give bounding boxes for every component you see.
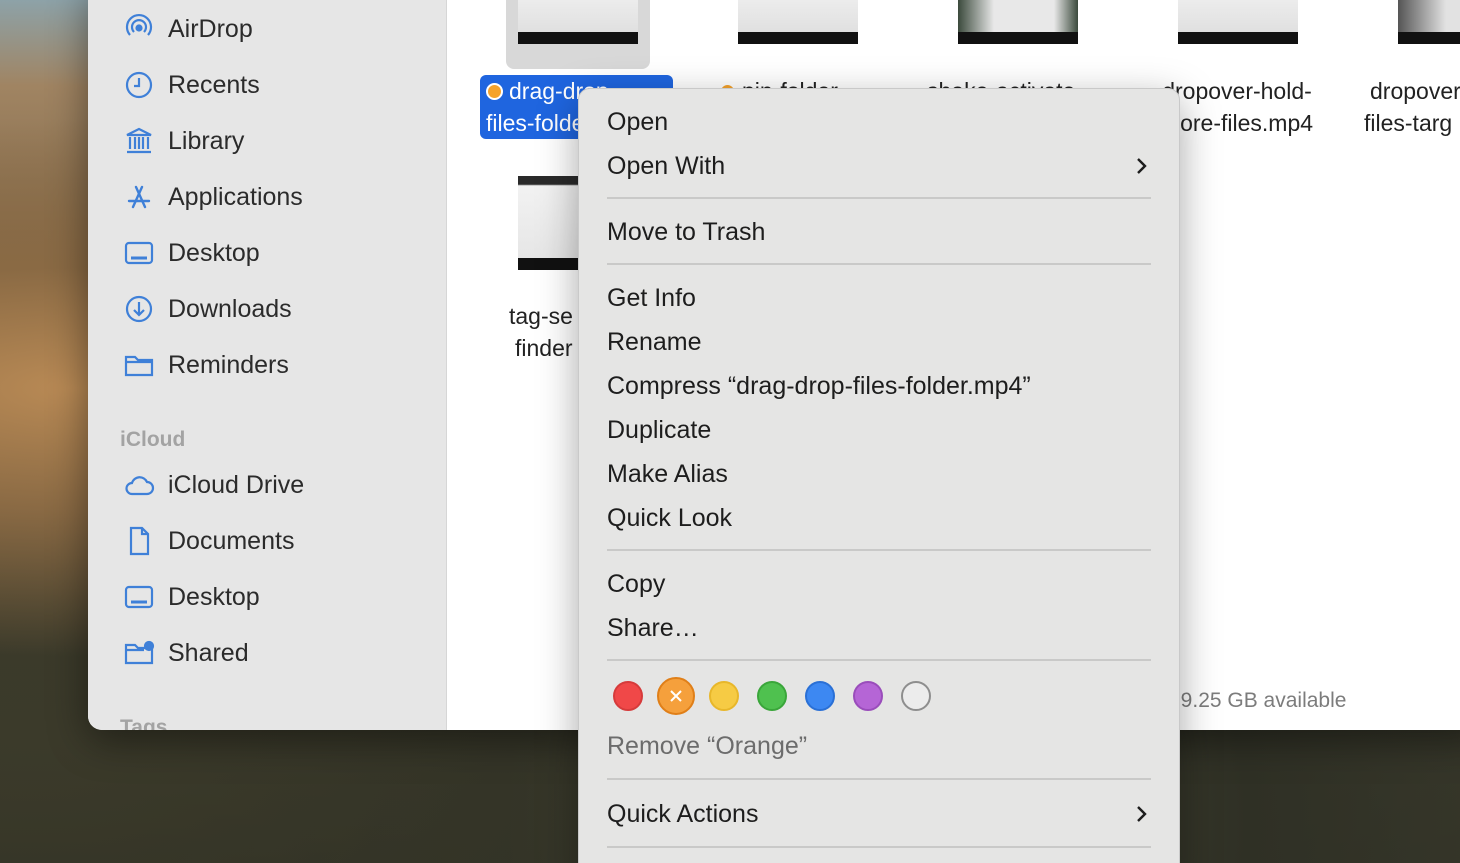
menu-separator bbox=[607, 846, 1151, 848]
menu-separator bbox=[607, 197, 1151, 199]
menu-item-get-info[interactable]: Get Info bbox=[607, 278, 1151, 318]
file-label-tag-se[interactable]: tag-se finder bbox=[509, 300, 573, 364]
cloud-icon bbox=[122, 468, 156, 502]
sidebar-heading-icloud: iCloud bbox=[120, 428, 186, 451]
file-label-dropover-target[interactable]: dropover- files-targ bbox=[1364, 75, 1460, 139]
sidebar-item-library[interactable]: Library bbox=[122, 123, 244, 159]
menu-separator bbox=[607, 549, 1151, 551]
context-menu: Open Open With Move to Trash Get Info Re… bbox=[578, 88, 1180, 863]
sidebar: AirDrop Recents Library Applications Des… bbox=[88, 0, 447, 730]
download-icon bbox=[122, 292, 156, 326]
tag-blue[interactable] bbox=[805, 681, 835, 711]
sidebar-item-label: Reminders bbox=[168, 350, 289, 379]
sidebar-item-applications[interactable]: Applications bbox=[122, 179, 303, 215]
tag-red[interactable] bbox=[613, 681, 643, 711]
document-icon bbox=[122, 524, 156, 558]
sidebar-item-documents[interactable]: Documents bbox=[122, 523, 294, 559]
library-icon bbox=[122, 124, 156, 158]
sidebar-item-label: Desktop bbox=[168, 582, 260, 611]
available-space: 59.25 GB available bbox=[1169, 689, 1347, 712]
menu-separator bbox=[607, 263, 1151, 265]
tag-gray[interactable] bbox=[901, 681, 931, 711]
desktop-icon bbox=[122, 580, 156, 614]
file-thumbnail-drag-drop[interactable] bbox=[518, 0, 638, 44]
chevron-right-icon bbox=[1137, 158, 1147, 174]
tag-purple[interactable] bbox=[853, 681, 883, 711]
menu-item-quick-actions[interactable]: Quick Actions bbox=[607, 794, 1151, 834]
sidebar-item-label: Library bbox=[168, 126, 245, 155]
close-icon bbox=[670, 690, 682, 702]
sidebar-item-label: Shared bbox=[168, 638, 249, 667]
sidebar-item-label: iCloud Drive bbox=[168, 470, 305, 499]
tag-green[interactable] bbox=[757, 681, 787, 711]
menu-item-open[interactable]: Open bbox=[607, 102, 1151, 142]
sidebar-item-label: Recents bbox=[168, 70, 260, 99]
desktop-icon bbox=[122, 236, 156, 270]
applications-icon bbox=[122, 180, 156, 214]
menu-item-copy[interactable]: Copy bbox=[607, 564, 1151, 604]
menu-item-duplicate[interactable]: Duplicate bbox=[607, 410, 1151, 450]
tag-orange-remove[interactable] bbox=[657, 677, 695, 715]
menu-item-remove-tag[interactable]: Remove “Orange” bbox=[607, 726, 1151, 766]
tag-color-picker bbox=[613, 677, 949, 715]
sidebar-item-airdrop[interactable]: AirDrop bbox=[122, 11, 253, 47]
sidebar-item-downloads[interactable]: Downloads bbox=[122, 291, 292, 327]
sidebar-item-desktop-icloud[interactable]: Desktop bbox=[122, 579, 260, 615]
tag-yellow[interactable] bbox=[709, 681, 739, 711]
sidebar-item-desktop[interactable]: Desktop bbox=[122, 235, 260, 271]
file-thumbnail-dropover-hold[interactable] bbox=[1178, 0, 1298, 44]
sidebar-item-label: Applications bbox=[168, 182, 303, 211]
menu-item-make-alias[interactable]: Make Alias bbox=[607, 454, 1151, 494]
menu-item-compress[interactable]: Compress “drag-drop-files-folder.mp4” bbox=[607, 366, 1151, 406]
sidebar-heading-tags: Tags bbox=[120, 716, 168, 730]
folder-icon bbox=[122, 348, 156, 382]
sidebar-item-label: Documents bbox=[168, 526, 295, 555]
menu-item-move-to-trash[interactable]: Move to Trash bbox=[607, 212, 1151, 252]
sidebar-item-label: Downloads bbox=[168, 294, 292, 323]
sidebar-item-label: AirDrop bbox=[168, 14, 253, 43]
menu-item-quick-look[interactable]: Quick Look bbox=[607, 498, 1151, 538]
sidebar-item-reminders[interactable]: Reminders bbox=[122, 347, 289, 383]
sidebar-item-icloud-drive[interactable]: iCloud Drive bbox=[122, 467, 304, 503]
file-thumbnail-dropover-target[interactable] bbox=[1398, 0, 1460, 44]
menu-item-share[interactable]: Share… bbox=[607, 608, 1151, 648]
sidebar-item-shared[interactable]: Shared bbox=[122, 635, 249, 671]
menu-separator bbox=[607, 659, 1151, 661]
orange-tag-icon bbox=[486, 83, 503, 100]
sidebar-item-label: Desktop bbox=[168, 238, 260, 267]
menu-item-open-with[interactable]: Open With bbox=[607, 146, 1151, 186]
sidebar-item-recents[interactable]: Recents bbox=[122, 67, 260, 103]
menu-item-rename[interactable]: Rename bbox=[607, 322, 1151, 362]
file-thumbnail-pin-folder[interactable] bbox=[738, 0, 858, 44]
menu-separator bbox=[607, 778, 1151, 780]
file-thumbnail-shake-activate[interactable] bbox=[958, 0, 1078, 44]
airdrop-icon bbox=[122, 12, 156, 46]
clock-icon bbox=[122, 68, 156, 102]
chevron-right-icon bbox=[1137, 806, 1147, 822]
shared-folder-icon bbox=[122, 636, 156, 670]
